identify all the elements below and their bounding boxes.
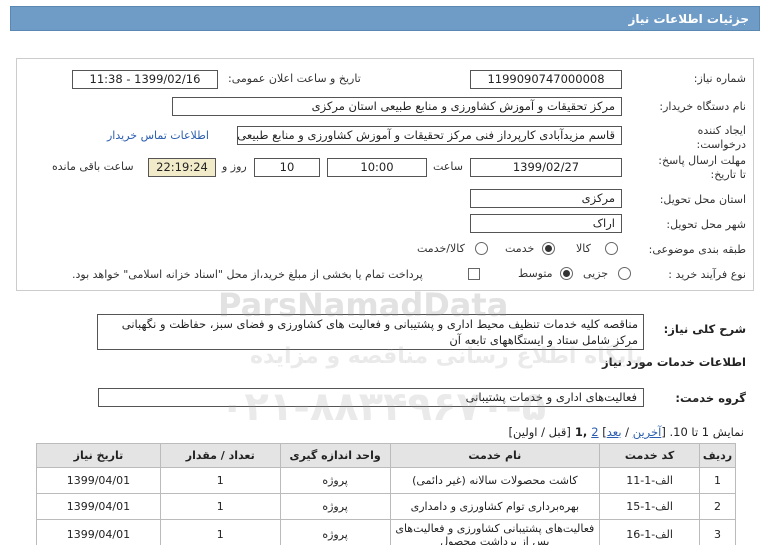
- deadline-date-field: 1399/02/27: [470, 158, 622, 177]
- buyer-label: نام دستگاه خریدار:: [659, 100, 746, 113]
- contact-buyer-link[interactable]: اطلاعات تماس خریدار: [107, 129, 209, 142]
- need-number-field: 1199090747000008: [470, 70, 622, 89]
- col-code: کد خدمت: [599, 443, 701, 468]
- services-title: اطلاعات خدمات مورد نیاز: [602, 355, 746, 369]
- deadline-time-label: ساعت: [433, 160, 463, 173]
- pager: نمایش 1 تا 10. [آخرین / بعد] 2 ,1 [قبل /…: [509, 425, 744, 439]
- cell-quantity: 1: [159, 519, 281, 545]
- payment-note: پرداخت تمام یا بخشی از مبلغ خرید،از محل …: [72, 268, 423, 281]
- deadline-time-field: 10:00: [327, 158, 427, 177]
- services-table: ردیف کد خدمت نام خدمت واحد اندازه گیری ت…: [36, 443, 736, 545]
- service-group-label: گروه خدمت:: [675, 391, 746, 405]
- cell-code: الف-1-16: [599, 519, 701, 545]
- description-label: شرح کلی نیاز:: [663, 322, 746, 336]
- radio-minor[interactable]: [618, 267, 631, 280]
- cell-row: 3: [699, 519, 736, 545]
- cell-date: 1399/04/01: [36, 519, 161, 545]
- creator-field: قاسم مزیدآبادی کارپرداز فنی مرکز تحقیقات…: [237, 126, 622, 145]
- announce-field: 1399/02/16 - 11:38: [72, 70, 218, 89]
- pager-page-1: ,1: [570, 425, 592, 439]
- col-row: ردیف: [699, 443, 736, 468]
- payment-treasury-checkbox[interactable]: [468, 268, 480, 280]
- pager-page-2[interactable]: 2: [591, 425, 598, 439]
- page-header: جزئیات اطلاعات نیاز: [10, 6, 760, 31]
- col-date: تاریخ نیاز: [36, 443, 161, 468]
- creator-label: ایجاد کننده: [697, 124, 746, 137]
- process-label: نوع فرآیند خرید :: [668, 268, 746, 281]
- radio-minor-label: جزیی: [583, 267, 609, 280]
- category-label: طبقه بندی موضوعی:: [648, 243, 746, 256]
- remaining-time-field: 22:19:24: [148, 158, 216, 177]
- province-label: استان محل تحویل:: [659, 193, 746, 206]
- deadline-label-2: تا تاریخ:: [710, 168, 746, 181]
- cell-quantity: 1: [159, 467, 281, 494]
- cell-unit: پروژه: [279, 467, 391, 494]
- radio-service[interactable]: [542, 242, 555, 255]
- days-label: روز و: [222, 160, 247, 173]
- pager-text-start: نمایش 1 تا 10. [: [661, 425, 744, 439]
- creator-label-2: درخواست:: [696, 138, 746, 151]
- announce-label: تاریخ و ساعت اعلان عمومی:: [228, 72, 361, 85]
- cell-date: 1399/04/01: [36, 493, 161, 520]
- col-quantity: تعداد / مقدار: [159, 443, 281, 468]
- radio-goods-label: کالا: [576, 242, 591, 255]
- cell-name: بهره‌برداری توام کشاورزی و دامداری: [389, 493, 601, 520]
- city-field: اراک: [470, 214, 622, 233]
- radio-goods-service-label: کالا/خدمت: [417, 242, 465, 255]
- col-unit: واحد اندازه گیری: [279, 443, 391, 468]
- table-row: 1 الف-1-11 کاشت محصولات سالانه (غیر دائم…: [36, 467, 736, 494]
- cell-unit: پروژه: [279, 519, 391, 545]
- cell-quantity: 1: [159, 493, 281, 520]
- remaining-label: ساعت باقی مانده: [52, 160, 134, 173]
- cell-name: کاشت محصولات سالانه (غیر دائمی): [389, 467, 601, 494]
- buyer-field: مرکز تحقیقات و آموزش کشاورزی و منابع طبی…: [172, 97, 622, 116]
- cell-row: 1: [699, 467, 736, 494]
- cell-date: 1399/04/01: [36, 467, 161, 494]
- province-field: مرکزی: [470, 189, 622, 208]
- city-label: شهر محل تحویل:: [666, 218, 746, 231]
- cell-row: 2: [699, 493, 736, 520]
- pager-text-end: [قبل / اولین]: [508, 425, 571, 439]
- radio-goods[interactable]: [605, 242, 618, 255]
- cell-code: الف-1-15: [599, 493, 701, 520]
- service-group-field: فعالیت‌های اداری و خدمات پشتیبانی: [98, 388, 644, 407]
- col-name: نام خدمت: [389, 443, 601, 468]
- deadline-label: مهلت ارسال پاسخ:: [658, 154, 746, 167]
- table-row: 3 الف-1-16 فعالیت‌های پشتیبانی کشاورزی و…: [36, 519, 736, 545]
- description-box: مناقصه کلیه خدمات تنظیف محیط اداری و پشت…: [97, 314, 644, 350]
- radio-medium[interactable]: [560, 267, 573, 280]
- pager-last-link[interactable]: آخرین: [633, 425, 662, 439]
- need-number-label: شماره نیاز:: [693, 72, 746, 85]
- days-field: 10: [254, 158, 320, 177]
- cell-code: الف-1-11: [599, 467, 701, 494]
- radio-medium-label: متوسط: [518, 267, 553, 280]
- table-header-row: ردیف کد خدمت نام خدمت واحد اندازه گیری ت…: [36, 443, 736, 468]
- cell-unit: پروژه: [279, 493, 391, 520]
- pager-separator: /: [621, 425, 633, 439]
- pager-text-mid: ]: [598, 425, 607, 439]
- table-row: 2 الف-1-15 بهره‌برداری توام کشاورزی و دا…: [36, 493, 736, 520]
- cell-name: فعالیت‌های پشتیبانی کشاورزی و فعالیت‌های…: [389, 519, 601, 545]
- pager-next-link[interactable]: بعد: [607, 425, 622, 439]
- radio-service-label: خدمت: [505, 242, 535, 255]
- page-title: جزئیات اطلاعات نیاز: [628, 11, 749, 26]
- radio-goods-service[interactable]: [475, 242, 488, 255]
